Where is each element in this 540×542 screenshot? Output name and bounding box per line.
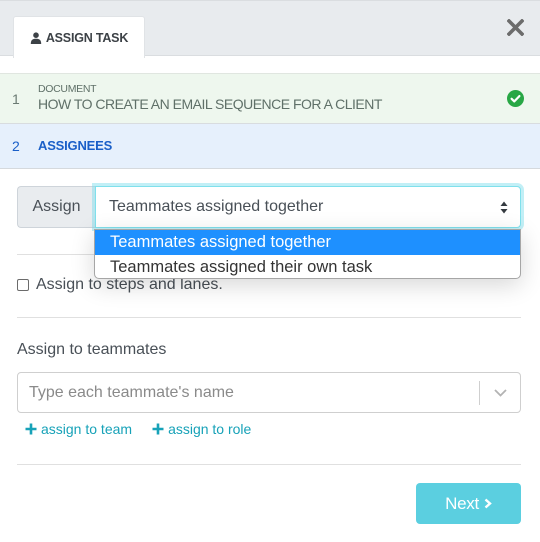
divider (17, 317, 521, 318)
select-value: Teammates assigned together (109, 198, 324, 215)
modal-header: ASSIGN TASK (0, 0, 540, 58)
plus-icon (152, 423, 164, 435)
check-circle-icon (507, 90, 524, 107)
teammate-input-placeholder[interactable]: Type each teammate's name (18, 384, 479, 402)
plus-icon (25, 423, 37, 435)
step-title: HOW TO CREATE AN EMAIL SEQUENCE FOR A CL… (38, 96, 382, 112)
select-arrows-icon (500, 201, 508, 214)
step-number: 1 (12, 91, 20, 107)
assign-to-team-link[interactable]: assign to team (25, 421, 132, 437)
step-assignees[interactable]: 2 ASSIGNEES (0, 124, 540, 169)
divider (17, 464, 521, 465)
user-icon (30, 31, 42, 44)
teammate-dropdown-toggle[interactable] (480, 372, 520, 413)
chevron-down-icon (493, 388, 507, 397)
chevron-right-icon (484, 498, 492, 509)
assign-to-role-link[interactable]: assign to role (152, 421, 251, 437)
teammate-search-input[interactable]: Type each teammate's name (17, 372, 521, 413)
assign-links: assign to team assign to role (25, 421, 251, 437)
step-subtitle: DOCUMENT (38, 83, 97, 95)
teammates-label: Assign to teammates (17, 341, 167, 358)
link-label: assign to team (41, 421, 133, 437)
next-label: Next (445, 493, 479, 513)
close-button[interactable] (504, 16, 526, 38)
dropdown-option[interactable]: Teammates assigned together (95, 230, 520, 255)
step-document[interactable]: 1 DOCUMENT HOW TO CREATE AN EMAIL SEQUEN… (0, 73, 540, 124)
step-number: 2 (12, 138, 20, 154)
assign-label: Assign (17, 186, 95, 228)
assign-mode-select[interactable]: Teammates assigned together (95, 186, 521, 228)
next-button[interactable]: Next (416, 483, 521, 524)
step-title: ASSIGNEES (38, 138, 113, 153)
assign-input-group: Assign Teammates assigned together (17, 186, 521, 228)
tab-label: ASSIGN TASK (45, 30, 129, 45)
assign-steps-lanes-checkbox[interactable] (17, 279, 29, 291)
close-icon (506, 18, 524, 36)
tab-assign-task[interactable]: ASSIGN TASK (13, 16, 145, 58)
assign-mode-dropdown: Teammates assigned together Teammates as… (94, 229, 521, 279)
dropdown-option[interactable]: Teammates assigned their own task (95, 255, 520, 278)
link-label: assign to role (168, 421, 252, 437)
